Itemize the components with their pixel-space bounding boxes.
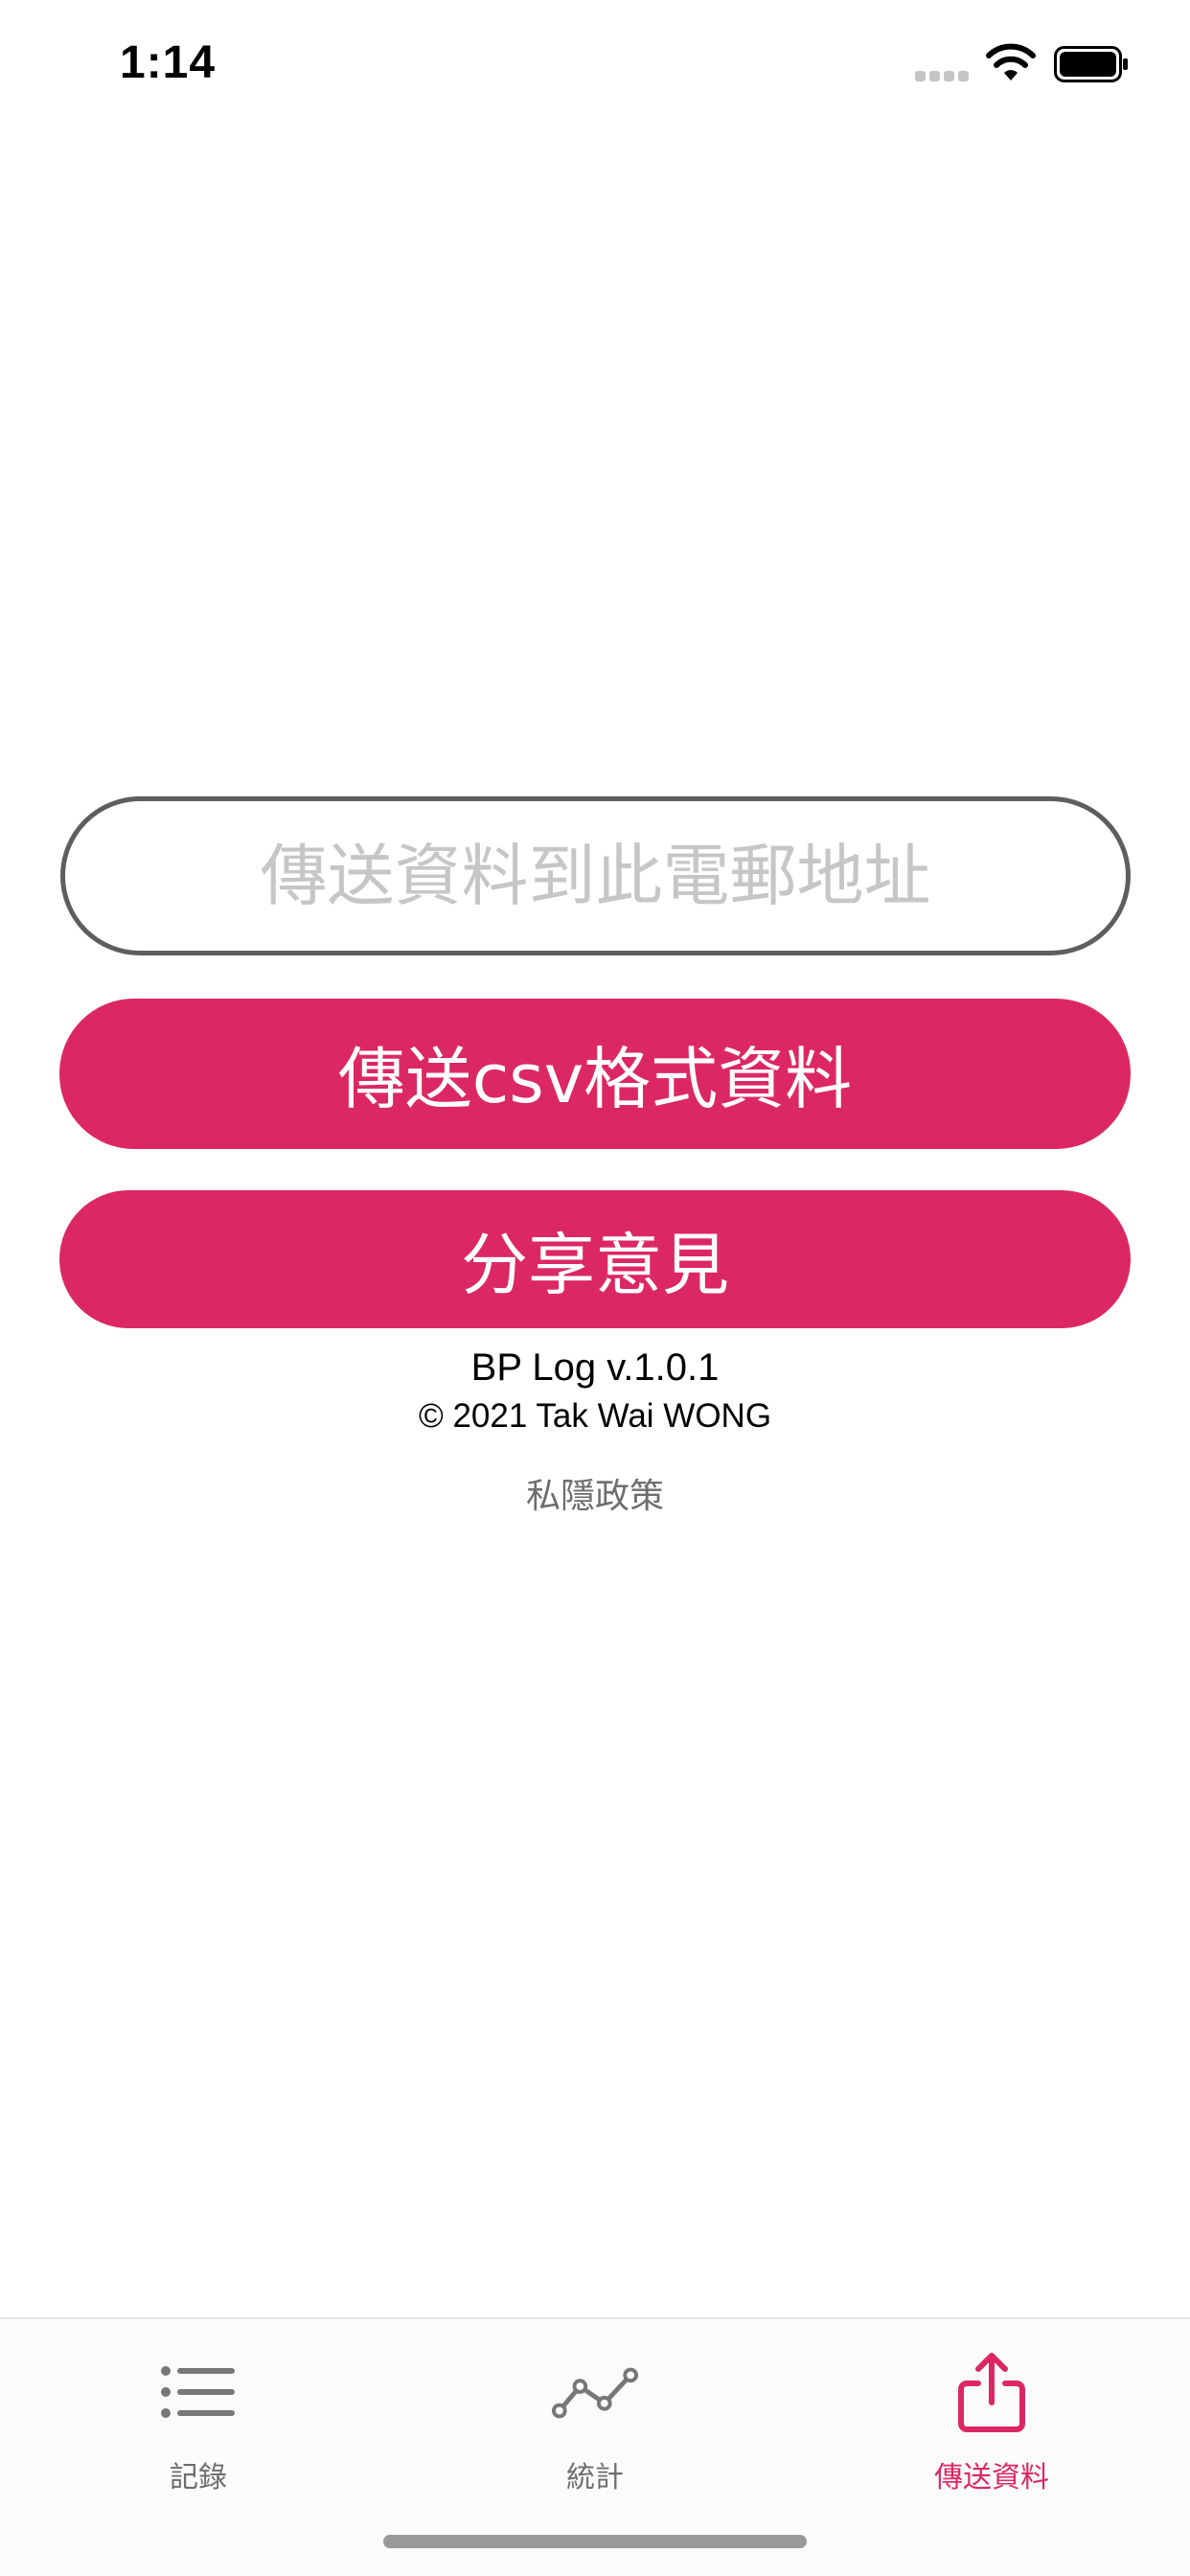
copyright: © 2021 Tak Wai WONG: [418, 1397, 772, 1435]
privacy-policy-link[interactable]: 私隱政策: [0, 1468, 1190, 1518]
tab-statistics[interactable]: 統計: [397, 2319, 793, 2511]
email-input[interactable]: [116, 818, 1075, 933]
line-chart-icon: [552, 2354, 638, 2430]
battery-icon: [1054, 46, 1128, 82]
status-bar: 1:14: [0, 0, 1190, 126]
tab-send-data[interactable]: 傳送資料: [793, 2319, 1190, 2511]
share-feedback-button[interactable]: 分享意見: [59, 1190, 1131, 1328]
share-icon: [949, 2353, 1035, 2432]
tab-send-data-label: 傳送資料: [934, 2461, 1049, 2495]
tab-statistics-label: 統計: [566, 2461, 624, 2495]
home-indicator[interactable]: [383, 2535, 807, 2548]
wifi-icon: [986, 43, 1036, 80]
tab-records[interactable]: 記錄: [0, 2319, 397, 2511]
list-icon: [155, 2354, 241, 2430]
tab-records-label: 記錄: [170, 2461, 227, 2495]
app-version: BP Log v.1.0.1: [470, 1346, 720, 1389]
cellular-signal-icon: [915, 70, 971, 81]
status-time: 1:14: [120, 37, 217, 88]
screen: 1:14 傳送csv格式資料 分享意見 BP Log v.1.0.1 © 202…: [0, 0, 1190, 2576]
send-csv-button[interactable]: 傳送csv格式資料: [59, 999, 1131, 1149]
email-field[interactable]: [60, 796, 1131, 955]
